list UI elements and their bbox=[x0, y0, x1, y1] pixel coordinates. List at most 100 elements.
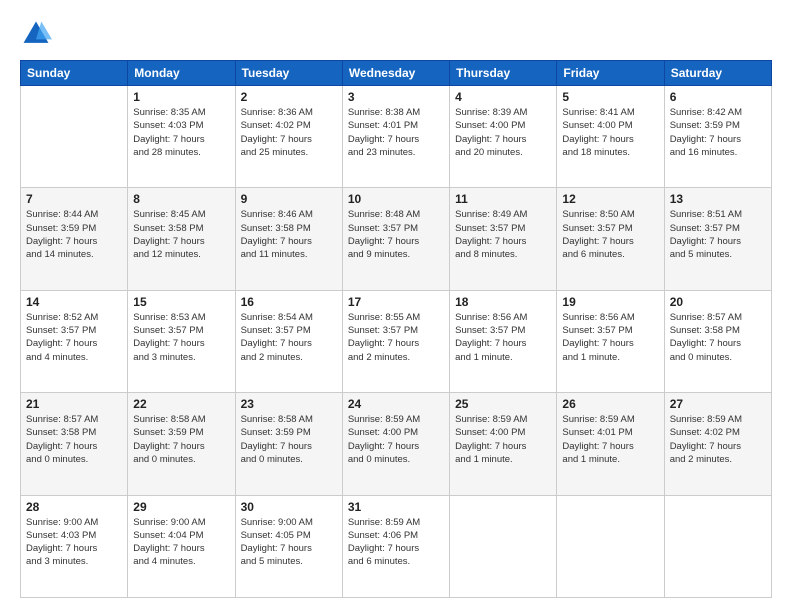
calendar-cell: 21 Sunrise: 8:57 AM Sunset: 3:58 PM Dayli… bbox=[21, 393, 128, 495]
cell-info: Sunrise: 8:46 AM Sunset: 3:58 PM Dayligh… bbox=[241, 208, 337, 261]
cell-info: Sunrise: 9:00 AM Sunset: 4:05 PM Dayligh… bbox=[241, 516, 337, 569]
cell-info: Sunrise: 8:59 AM Sunset: 4:00 PM Dayligh… bbox=[455, 413, 551, 466]
calendar-cell: 22 Sunrise: 8:58 AM Sunset: 3:59 PM Dayli… bbox=[128, 393, 235, 495]
cell-info: Sunrise: 8:44 AM Sunset: 3:59 PM Dayligh… bbox=[26, 208, 122, 261]
calendar-day-header: Sunday bbox=[21, 61, 128, 86]
cell-date: 17 bbox=[348, 295, 444, 309]
cell-date: 18 bbox=[455, 295, 551, 309]
calendar-cell: 8Sunrise: 8:45 AM Sunset: 3:58 PM Daylig… bbox=[128, 188, 235, 290]
cell-date: 19 bbox=[562, 295, 658, 309]
cell-info: Sunrise: 8:53 AM Sunset: 3:57 PM Dayligh… bbox=[133, 311, 229, 364]
calendar-week-row: 7Sunrise: 8:44 AM Sunset: 3:59 PM Daylig… bbox=[21, 188, 772, 290]
calendar-cell: 7Sunrise: 8:44 AM Sunset: 3:59 PM Daylig… bbox=[21, 188, 128, 290]
calendar-cell: 6 Sunrise: 8:42 AM Sunset: 3:59 PM Daylig… bbox=[664, 86, 771, 188]
page: SundayMondayTuesdayWednesdayThursdayFrid… bbox=[0, 0, 792, 612]
cell-date: 22 bbox=[133, 397, 229, 411]
calendar-cell: 25Sunrise: 8:59 AM Sunset: 4:00 PM Dayli… bbox=[450, 393, 557, 495]
calendar-day-header: Tuesday bbox=[235, 61, 342, 86]
calendar-cell: 9 Sunrise: 8:46 AM Sunset: 3:58 PM Daylig… bbox=[235, 188, 342, 290]
cell-date: 20 bbox=[670, 295, 766, 309]
cell-date: 13 bbox=[670, 192, 766, 206]
logo-icon bbox=[20, 18, 52, 50]
calendar-day-header: Thursday bbox=[450, 61, 557, 86]
calendar-cell: 1Sunrise: 8:35 AM Sunset: 4:03 PM Daylig… bbox=[128, 86, 235, 188]
calendar-day-header: Wednesday bbox=[342, 61, 449, 86]
cell-date: 28 bbox=[26, 500, 122, 514]
cell-info: Sunrise: 8:56 AM Sunset: 3:57 PM Dayligh… bbox=[455, 311, 551, 364]
cell-info: Sunrise: 8:52 AM Sunset: 3:57 PM Dayligh… bbox=[26, 311, 122, 364]
calendar-cell: 29 Sunrise: 9:00 AM Sunset: 4:04 PM Dayli… bbox=[128, 495, 235, 597]
cell-date: 30 bbox=[241, 500, 337, 514]
cell-info: Sunrise: 8:59 AM Sunset: 4:00 PM Dayligh… bbox=[348, 413, 444, 466]
calendar-cell: 15 Sunrise: 8:53 AM Sunset: 3:57 PM Dayli… bbox=[128, 290, 235, 392]
calendar-cell: 30 Sunrise: 9:00 AM Sunset: 4:05 PM Dayli… bbox=[235, 495, 342, 597]
calendar-week-row: 21 Sunrise: 8:57 AM Sunset: 3:58 PM Dayli… bbox=[21, 393, 772, 495]
cell-date: 23 bbox=[241, 397, 337, 411]
cell-date: 15 bbox=[133, 295, 229, 309]
calendar-day-header: Saturday bbox=[664, 61, 771, 86]
cell-date: 12 bbox=[562, 192, 658, 206]
calendar-cell bbox=[664, 495, 771, 597]
cell-date: 21 bbox=[26, 397, 122, 411]
cell-date: 29 bbox=[133, 500, 229, 514]
calendar-cell: 17Sunrise: 8:55 AM Sunset: 3:57 PM Dayli… bbox=[342, 290, 449, 392]
calendar-cell: 18 Sunrise: 8:56 AM Sunset: 3:57 PM Dayli… bbox=[450, 290, 557, 392]
calendar-cell: 23 Sunrise: 8:58 AM Sunset: 3:59 PM Dayli… bbox=[235, 393, 342, 495]
cell-info: Sunrise: 8:49 AM Sunset: 3:57 PM Dayligh… bbox=[455, 208, 551, 261]
cell-info: Sunrise: 8:36 AM Sunset: 4:02 PM Dayligh… bbox=[241, 106, 337, 159]
cell-info: Sunrise: 8:42 AM Sunset: 3:59 PM Dayligh… bbox=[670, 106, 766, 159]
cell-date: 31 bbox=[348, 500, 444, 514]
calendar-cell: 2Sunrise: 8:36 AM Sunset: 4:02 PM Daylig… bbox=[235, 86, 342, 188]
cell-date: 3 bbox=[348, 90, 444, 104]
cell-info: Sunrise: 8:39 AM Sunset: 4:00 PM Dayligh… bbox=[455, 106, 551, 159]
calendar-cell bbox=[557, 495, 664, 597]
cell-info: Sunrise: 8:54 AM Sunset: 3:57 PM Dayligh… bbox=[241, 311, 337, 364]
cell-date: 1 bbox=[133, 90, 229, 104]
calendar-week-row: 1Sunrise: 8:35 AM Sunset: 4:03 PM Daylig… bbox=[21, 86, 772, 188]
calendar-cell: 13 Sunrise: 8:51 AM Sunset: 3:57 PM Dayli… bbox=[664, 188, 771, 290]
cell-info: Sunrise: 8:41 AM Sunset: 4:00 PM Dayligh… bbox=[562, 106, 658, 159]
calendar-cell: 31Sunrise: 8:59 AM Sunset: 4:06 PM Dayli… bbox=[342, 495, 449, 597]
cell-date: 16 bbox=[241, 295, 337, 309]
cell-date: 9 bbox=[241, 192, 337, 206]
cell-date: 11 bbox=[455, 192, 551, 206]
cell-info: Sunrise: 8:58 AM Sunset: 3:59 PM Dayligh… bbox=[241, 413, 337, 466]
cell-info: Sunrise: 8:58 AM Sunset: 3:59 PM Dayligh… bbox=[133, 413, 229, 466]
calendar-cell: 3 Sunrise: 8:38 AM Sunset: 4:01 PM Daylig… bbox=[342, 86, 449, 188]
calendar-cell: 20 Sunrise: 8:57 AM Sunset: 3:58 PM Dayli… bbox=[664, 290, 771, 392]
calendar-table: SundayMondayTuesdayWednesdayThursdayFrid… bbox=[20, 60, 772, 598]
calendar-cell: 14 Sunrise: 8:52 AM Sunset: 3:57 PM Dayli… bbox=[21, 290, 128, 392]
calendar-cell: 5Sunrise: 8:41 AM Sunset: 4:00 PM Daylig… bbox=[557, 86, 664, 188]
calendar-cell: 4 Sunrise: 8:39 AM Sunset: 4:00 PM Daylig… bbox=[450, 86, 557, 188]
cell-date: 4 bbox=[455, 90, 551, 104]
cell-date: 6 bbox=[670, 90, 766, 104]
calendar-week-row: 14 Sunrise: 8:52 AM Sunset: 3:57 PM Dayli… bbox=[21, 290, 772, 392]
cell-info: Sunrise: 8:48 AM Sunset: 3:57 PM Dayligh… bbox=[348, 208, 444, 261]
cell-date: 14 bbox=[26, 295, 122, 309]
cell-info: Sunrise: 9:00 AM Sunset: 4:04 PM Dayligh… bbox=[133, 516, 229, 569]
cell-info: Sunrise: 8:57 AM Sunset: 3:58 PM Dayligh… bbox=[26, 413, 122, 466]
cell-info: Sunrise: 9:00 AM Sunset: 4:03 PM Dayligh… bbox=[26, 516, 122, 569]
calendar-day-header: Friday bbox=[557, 61, 664, 86]
logo bbox=[20, 18, 56, 50]
calendar-cell: 10 Sunrise: 8:48 AM Sunset: 3:57 PM Dayli… bbox=[342, 188, 449, 290]
calendar-cell: 16 Sunrise: 8:54 AM Sunset: 3:57 PM Dayli… bbox=[235, 290, 342, 392]
calendar-week-row: 28 Sunrise: 9:00 AM Sunset: 4:03 PM Dayli… bbox=[21, 495, 772, 597]
cell-info: Sunrise: 8:59 AM Sunset: 4:01 PM Dayligh… bbox=[562, 413, 658, 466]
calendar-cell bbox=[450, 495, 557, 597]
cell-info: Sunrise: 8:57 AM Sunset: 3:58 PM Dayligh… bbox=[670, 311, 766, 364]
calendar-cell: 26 Sunrise: 8:59 AM Sunset: 4:01 PM Dayli… bbox=[557, 393, 664, 495]
header bbox=[20, 18, 772, 50]
cell-info: Sunrise: 8:45 AM Sunset: 3:58 PM Dayligh… bbox=[133, 208, 229, 261]
calendar-cell: 12Sunrise: 8:50 AM Sunset: 3:57 PM Dayli… bbox=[557, 188, 664, 290]
cell-date: 10 bbox=[348, 192, 444, 206]
cell-info: Sunrise: 8:59 AM Sunset: 4:02 PM Dayligh… bbox=[670, 413, 766, 466]
calendar-cell: 24Sunrise: 8:59 AM Sunset: 4:00 PM Dayli… bbox=[342, 393, 449, 495]
calendar-cell bbox=[21, 86, 128, 188]
calendar-cell: 19Sunrise: 8:56 AM Sunset: 3:57 PM Dayli… bbox=[557, 290, 664, 392]
calendar-cell: 11 Sunrise: 8:49 AM Sunset: 3:57 PM Dayli… bbox=[450, 188, 557, 290]
cell-info: Sunrise: 8:51 AM Sunset: 3:57 PM Dayligh… bbox=[670, 208, 766, 261]
cell-info: Sunrise: 8:38 AM Sunset: 4:01 PM Dayligh… bbox=[348, 106, 444, 159]
calendar-cell: 27Sunrise: 8:59 AM Sunset: 4:02 PM Dayli… bbox=[664, 393, 771, 495]
cell-date: 26 bbox=[562, 397, 658, 411]
